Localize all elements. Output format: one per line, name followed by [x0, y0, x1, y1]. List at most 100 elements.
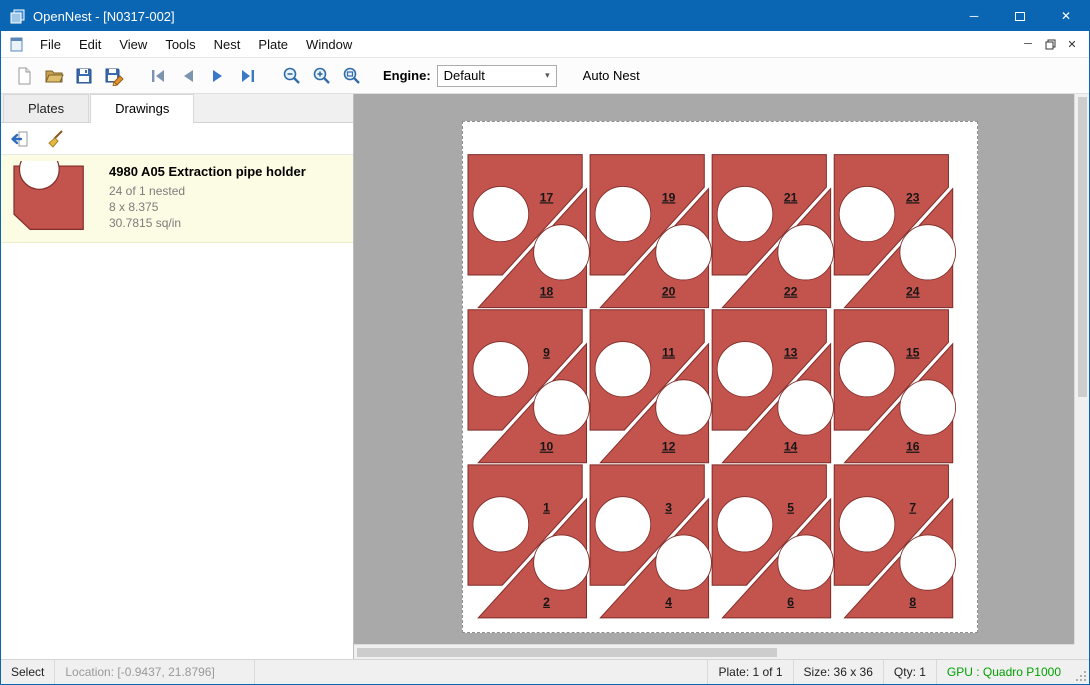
- next-plate-button[interactable]: [203, 61, 233, 91]
- engine-label: Engine:: [383, 68, 431, 83]
- maximize-button[interactable]: [997, 1, 1043, 31]
- part-notch: [595, 342, 651, 397]
- zoom-in-icon: [312, 66, 332, 86]
- part-notch: [534, 380, 590, 435]
- part-number: 13: [784, 346, 798, 360]
- part-notch: [778, 380, 834, 435]
- chevron-down-icon: ▾: [545, 70, 550, 81]
- status-plate: Plate: 1 of 1: [707, 660, 792, 684]
- part-number: 24: [906, 285, 920, 299]
- clean-button[interactable]: [43, 126, 69, 152]
- part-number: 5: [787, 501, 794, 515]
- part-notch: [717, 497, 773, 552]
- part-number: 7: [909, 501, 916, 515]
- auto-nest-button[interactable]: Auto Nest: [575, 64, 648, 87]
- part-notch: [534, 225, 590, 280]
- part-notch: [778, 535, 834, 590]
- part-number: 12: [662, 440, 676, 454]
- close-icon: ✕: [1061, 9, 1071, 23]
- part-number: 3: [665, 501, 672, 515]
- drawing-list-item[interactable]: 4980 A05 Extraction pipe holder 24 of 1 …: [1, 155, 353, 243]
- minimize-button[interactable]: ─: [951, 1, 997, 31]
- part-notch: [778, 225, 834, 280]
- last-plate-button[interactable]: [233, 61, 263, 91]
- zoom-in-button[interactable]: [307, 61, 337, 91]
- save-button[interactable]: [69, 61, 99, 91]
- menu-bar: File Edit View Tools Nest Plate Window ─…: [1, 31, 1089, 58]
- last-arrow-icon: [239, 67, 257, 85]
- new-button[interactable]: [9, 61, 39, 91]
- part-number: 23: [906, 190, 920, 204]
- part-number: 18: [540, 285, 554, 299]
- part-thumbnail: [5, 161, 99, 237]
- menu-tools[interactable]: Tools: [156, 34, 204, 55]
- open-button[interactable]: [39, 61, 69, 91]
- mdi-minimize-button[interactable]: ─: [1017, 34, 1039, 54]
- tab-plates[interactable]: Plates: [3, 94, 89, 122]
- nest-block: 12: [468, 465, 589, 618]
- part-number: 21: [784, 190, 798, 204]
- drawing-area: 30.7815 sq/in: [109, 215, 306, 231]
- drawings-toolbar: [1, 123, 353, 155]
- drawing-nested-count: 24 of 1 nested: [109, 183, 306, 199]
- part-notch: [473, 342, 529, 397]
- nest-plate: 171819202122232491011121314151612345678: [462, 121, 978, 633]
- part-number: 11: [662, 346, 675, 360]
- engine-select[interactable]: Default ▾: [437, 65, 557, 87]
- menu-view[interactable]: View: [110, 34, 156, 55]
- nest-canvas[interactable]: 171819202122232491011121314151612345678: [353, 94, 1089, 659]
- part-number: 22: [784, 285, 798, 299]
- previous-plate-button[interactable]: [173, 61, 203, 91]
- save-edit-button[interactable]: [99, 61, 129, 91]
- status-gpu: GPU : Quadro P1000: [936, 660, 1071, 684]
- engine-value: Default: [444, 68, 485, 83]
- nest-block: 1718: [468, 155, 589, 308]
- menu-edit[interactable]: Edit: [70, 34, 110, 55]
- import-drawing-button[interactable]: [7, 126, 33, 152]
- panel-tabstrip: Plates Drawings: [1, 94, 353, 123]
- first-plate-button[interactable]: [143, 61, 173, 91]
- menu-plate[interactable]: Plate: [249, 34, 297, 55]
- minimize-icon: ─: [970, 9, 979, 23]
- tab-drawings[interactable]: Drawings: [90, 94, 194, 123]
- part-notch: [595, 186, 651, 241]
- mdi-close-button[interactable]: ✕: [1061, 34, 1083, 54]
- vertical-scrollbar-thumb[interactable]: [1078, 97, 1087, 397]
- title-bar[interactable]: OpenNest - [N0317-002] ─ ✕: [1, 1, 1089, 31]
- resize-grip-icon: [1075, 670, 1087, 682]
- part-number: 4: [665, 595, 672, 609]
- part-number: 8: [909, 595, 916, 609]
- nest-block: 1314: [712, 310, 833, 463]
- save-icon: [74, 66, 94, 86]
- menu-file[interactable]: File: [31, 34, 70, 55]
- save-edit-icon: [104, 66, 124, 86]
- part-notch: [839, 186, 895, 241]
- part-number: 19: [662, 190, 676, 204]
- window-title: OpenNest - [N0317-002]: [33, 9, 175, 24]
- zoom-fit-button[interactable]: [337, 61, 367, 91]
- close-button[interactable]: ✕: [1043, 1, 1089, 31]
- menu-window[interactable]: Window: [297, 34, 361, 55]
- status-size: Size: 36 x 36: [793, 660, 883, 684]
- vertical-scrollbar[interactable]: [1074, 94, 1089, 644]
- part-number: 6: [787, 595, 794, 609]
- previous-arrow-icon: [179, 67, 197, 85]
- horizontal-scrollbar[interactable]: [354, 644, 1074, 659]
- drawing-title: 4980 A05 Extraction pipe holder: [109, 164, 306, 179]
- mdi-restore-button[interactable]: [1039, 34, 1061, 54]
- part-notch: [717, 342, 773, 397]
- zoom-out-icon: [282, 66, 302, 86]
- nest-block: 23 24: [834, 155, 955, 308]
- next-arrow-icon: [209, 67, 227, 85]
- part-number: 15: [906, 346, 920, 360]
- status-bar: Select Location: [-0.9437, 21.8796] Plat…: [1, 659, 1089, 684]
- part-notch: [656, 225, 712, 280]
- part-number: 10: [540, 440, 554, 454]
- status-spacer: [255, 660, 707, 684]
- resize-grip[interactable]: [1071, 660, 1089, 684]
- horizontal-scrollbar-thumb[interactable]: [357, 648, 777, 657]
- zoom-out-button[interactable]: [277, 61, 307, 91]
- part-notch: [473, 497, 529, 552]
- menu-nest[interactable]: Nest: [205, 34, 250, 55]
- nest-block: 21 22: [712, 155, 833, 308]
